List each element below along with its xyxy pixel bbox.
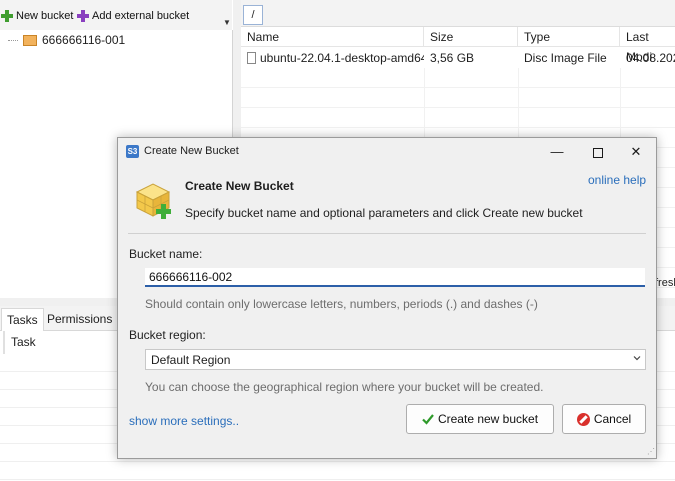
toolbar-overflow-icon[interactable]: ▼ [222, 18, 232, 28]
column-header-type[interactable]: Type [518, 27, 620, 47]
app-icon: S3 [126, 145, 139, 158]
new-bucket-label: New bucket [16, 10, 74, 22]
online-help-link[interactable]: online help [588, 173, 646, 187]
column-header-task[interactable]: Task [4, 331, 124, 353]
minimize-button[interactable]: — [538, 140, 576, 164]
tree-item-label: 666666116-001 [42, 33, 126, 47]
bucket-region-label: Bucket region: [129, 328, 206, 342]
bucket-region-select[interactable]: Default Region [145, 349, 646, 370]
tree-connector [8, 39, 18, 41]
create-new-bucket-button[interactable]: Create new bucket [406, 404, 554, 434]
column-header-last-modified[interactable]: Last Modi [620, 27, 675, 64]
add-external-bucket-label: Add external bucket [92, 10, 190, 22]
plus-icon [1, 10, 13, 22]
file-name: ubuntu-22.04.1-desktop-amd64... [260, 51, 424, 65]
dialog-titlebar[interactable]: S3 Create New Bucket — ✕ [118, 138, 656, 166]
create-new-bucket-label: Create new bucket [437, 412, 539, 426]
toolbar: New bucket Add external bucket ▼ [0, 0, 232, 31]
bucket-icon [135, 183, 171, 219]
file-type: Disc Image File [524, 51, 607, 65]
bucket-icon [23, 34, 37, 46]
resize-grip-icon[interactable]: ⋰ [645, 447, 655, 457]
add-external-bucket-button[interactable]: Add external bucket [77, 8, 189, 24]
cancel-icon [576, 412, 590, 426]
column-header-size[interactable]: Size [424, 27, 518, 47]
bucket-name-hint: Should contain only lowercase letters, n… [145, 297, 538, 311]
plus-icon [77, 10, 89, 22]
bucket-region-hint: You can choose the geographical region w… [145, 380, 544, 394]
tree-item[interactable]: 666666116-001 [8, 32, 125, 48]
cancel-button[interactable]: Cancel [562, 404, 646, 434]
path-bar: / [241, 0, 675, 27]
tab-permissions[interactable]: Permissions [42, 308, 117, 330]
dialog-title: Create New Bucket [144, 145, 239, 157]
show-more-settings-link[interactable]: show more settings.. [129, 414, 239, 428]
close-button[interactable]: ✕ [617, 140, 655, 164]
checkmark-icon [422, 414, 434, 425]
new-bucket-button[interactable]: New bucket [1, 8, 73, 24]
dialog-header: Create New Bucket Specify bucket name an… [118, 166, 656, 236]
dialog-subheading: Specify bucket name and optional paramet… [185, 206, 583, 220]
bucket-name-label: Bucket name: [129, 247, 203, 261]
file-icon [247, 52, 256, 64]
table-row-name[interactable]: ubuntu-22.04.1-desktop-amd64... [241, 48, 424, 68]
create-bucket-dialog: S3 Create New Bucket — ✕ Create New Buck… [117, 137, 657, 459]
header-divider [128, 233, 646, 234]
bucket-region-value: Default Region [151, 353, 231, 367]
column-header-name[interactable]: Name [241, 27, 424, 47]
chevron-down-icon [633, 356, 641, 361]
bucket-name-input[interactable] [145, 268, 645, 287]
file-modified: 04.08.2020 [626, 51, 675, 65]
maximize-button[interactable] [579, 140, 617, 164]
root-path-button[interactable]: / [243, 5, 263, 25]
maximize-icon [593, 147, 603, 158]
file-size: 3,56 GB [430, 51, 475, 65]
refresh-button-fragment[interactable]: fresh [655, 277, 675, 289]
cancel-label: Cancel [593, 412, 632, 426]
dialog-heading: Create New Bucket [185, 179, 294, 193]
tab-tasks[interactable]: Tasks [1, 308, 44, 331]
